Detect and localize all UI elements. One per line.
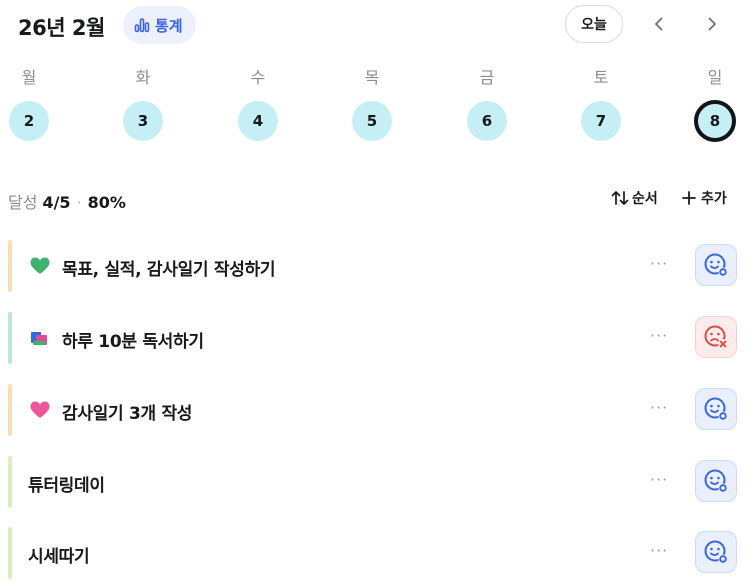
day-button[interactable]: 3 bbox=[123, 101, 163, 141]
plus-icon bbox=[682, 191, 696, 205]
books-icon bbox=[30, 328, 50, 348]
achievement-count: 4/5 bbox=[42, 193, 71, 212]
more-options-button[interactable]: ··· bbox=[650, 326, 668, 345]
chevron-left-icon bbox=[655, 17, 663, 31]
more-options-button[interactable]: ··· bbox=[650, 470, 668, 489]
task-title: 목표, 실적, 감사일기 작성하기 bbox=[62, 260, 276, 280]
previous-week-button[interactable] bbox=[647, 12, 671, 36]
status-button[interactable] bbox=[695, 460, 737, 502]
green-heart-icon bbox=[30, 256, 50, 276]
task-title: 튜터링데이 bbox=[28, 476, 105, 496]
success-face-icon bbox=[704, 540, 728, 564]
status-button[interactable] bbox=[695, 531, 737, 573]
sort-button[interactable]: 순서 bbox=[611, 188, 658, 208]
task-color-bar bbox=[8, 312, 12, 364]
day-button[interactable]: 5 bbox=[352, 101, 392, 141]
bar-chart-icon bbox=[134, 18, 150, 33]
today-button[interactable]: 오늘 bbox=[565, 5, 623, 43]
status-button[interactable] bbox=[695, 244, 737, 286]
status-button[interactable] bbox=[695, 388, 737, 430]
more-options-button[interactable]: ··· bbox=[650, 254, 668, 273]
task-title: 시세따기 bbox=[28, 547, 90, 567]
task-title: 감사일기 3개 작성 bbox=[62, 404, 193, 424]
sort-label: 순서 bbox=[632, 191, 658, 207]
day-button[interactable]: 6 bbox=[467, 101, 507, 141]
next-week-button[interactable] bbox=[700, 12, 724, 36]
fail-face-icon bbox=[704, 325, 728, 349]
weekday-label: 금 bbox=[479, 68, 495, 87]
task-color-bar bbox=[8, 456, 12, 508]
task-color-bar bbox=[8, 384, 12, 436]
task-item[interactable]: 감사일기 3개 작성 ··· bbox=[8, 384, 746, 436]
task-color-bar bbox=[8, 527, 12, 579]
pink-heart-icon bbox=[30, 400, 50, 420]
weekday-label: 월 bbox=[21, 68, 37, 87]
success-face-icon bbox=[704, 397, 728, 421]
task-title: 하루 10분 독서하기 bbox=[62, 332, 204, 352]
achievement-label: 달성 bbox=[8, 193, 38, 212]
add-label: 추가 bbox=[701, 191, 727, 207]
day-button[interactable]: 2 bbox=[9, 101, 49, 141]
weekday-label: 수 bbox=[250, 68, 266, 87]
task-item[interactable]: 시세따기 ··· bbox=[8, 527, 746, 579]
weekday-label: 화 bbox=[135, 68, 151, 87]
weekday-label: 목 bbox=[364, 68, 380, 87]
month-title: 26년 2월 bbox=[18, 16, 105, 40]
day-button[interactable]: 4 bbox=[238, 101, 278, 141]
weekday-label: 일 bbox=[707, 68, 723, 87]
task-color-bar bbox=[8, 240, 12, 292]
calendar-header: 26년 2월 통계 오늘 bbox=[0, 0, 754, 50]
more-options-button[interactable]: ··· bbox=[650, 398, 668, 417]
success-face-icon bbox=[704, 469, 728, 493]
task-item[interactable]: 튜터링데이 ··· bbox=[8, 456, 746, 508]
status-button[interactable] bbox=[695, 316, 737, 358]
chevron-right-icon bbox=[708, 17, 716, 31]
add-button[interactable]: 추가 bbox=[681, 188, 727, 208]
separator-dot: · bbox=[76, 193, 82, 212]
sort-arrows-icon bbox=[611, 191, 629, 205]
success-face-icon bbox=[704, 253, 728, 277]
stats-label: 통계 bbox=[155, 16, 183, 35]
more-options-button[interactable]: ··· bbox=[650, 541, 668, 560]
task-item[interactable]: 목표, 실적, 감사일기 작성하기 ··· bbox=[8, 240, 746, 292]
stats-button[interactable]: 통계 bbox=[123, 6, 196, 44]
weekday-label: 토 bbox=[593, 68, 609, 87]
achievement-summary: 달성 4/5 · 80% bbox=[8, 189, 126, 213]
achievement-percent: 80% bbox=[87, 193, 126, 212]
task-item[interactable]: 하루 10분 독서하기 ··· bbox=[8, 312, 746, 364]
day-button[interactable]: 7 bbox=[581, 101, 621, 141]
day-button-selected[interactable]: 8 bbox=[694, 100, 736, 142]
